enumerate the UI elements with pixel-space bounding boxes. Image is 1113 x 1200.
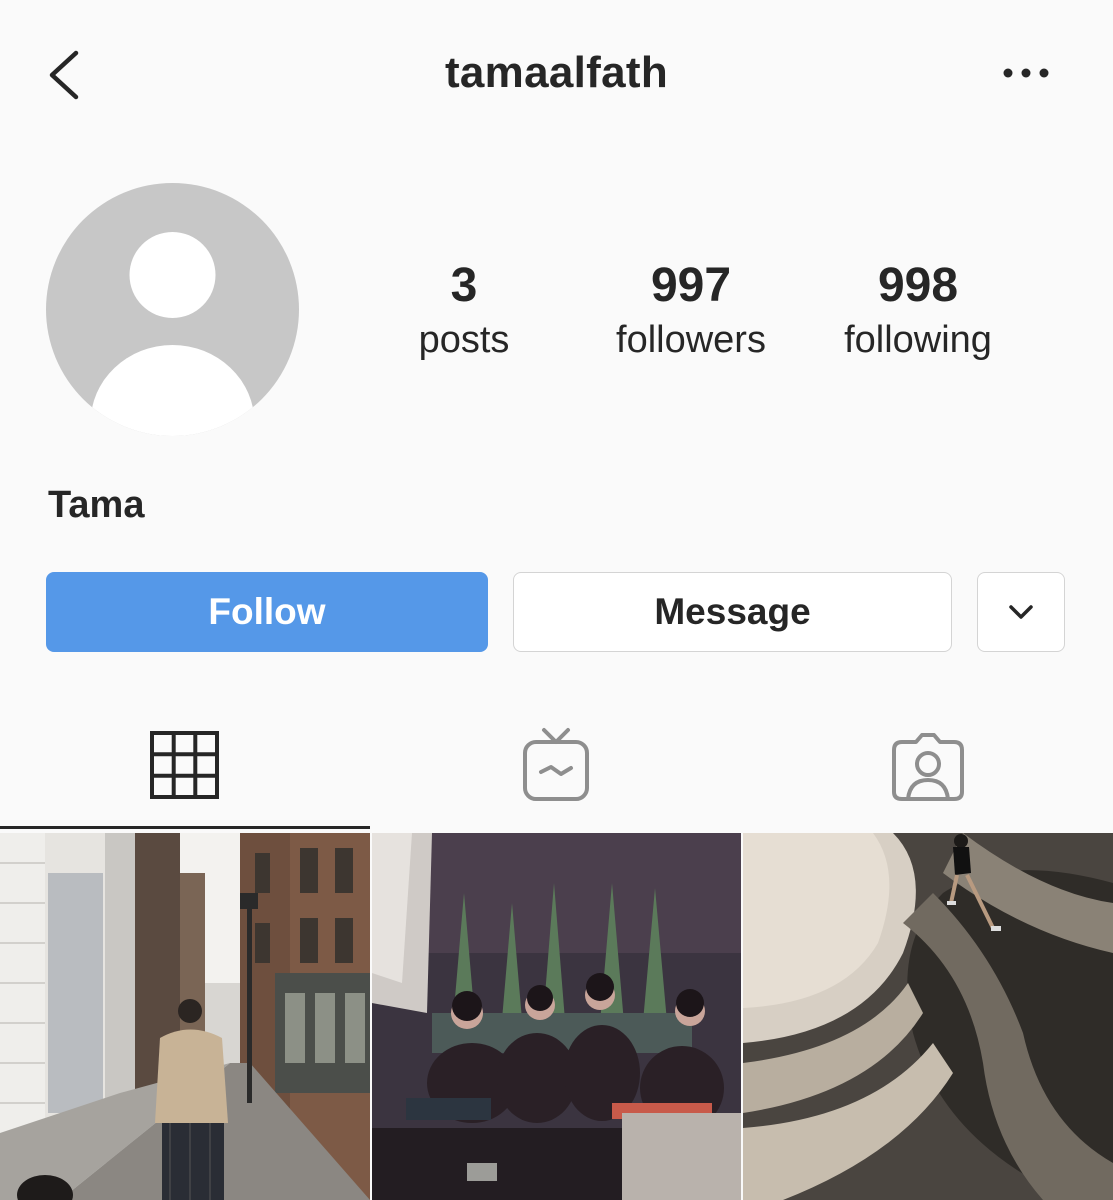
posts-stat[interactable]: 3 posts [364, 255, 564, 363]
profile-stats: 3 posts 997 followers 998 following [0, 255, 1113, 375]
top-navigation-bar: tamaalfath [0, 0, 1113, 150]
chevron-down-icon [1009, 605, 1033, 619]
following-stat[interactable]: 998 following [818, 255, 1018, 363]
followers-stat[interactable]: 997 followers [591, 255, 791, 363]
following-label: following [844, 319, 992, 361]
posts-grid [0, 833, 1113, 1200]
tab-igtv[interactable] [371, 700, 742, 830]
posts-label: posts [418, 319, 510, 361]
photo-runner-ramp [743, 833, 1113, 1200]
profile-page: tamaalfath 3 posts 997 followers 998 fol… [0, 0, 1113, 1200]
message-button[interactable]: Message [513, 572, 952, 652]
follow-button[interactable]: Follow [46, 572, 488, 652]
followers-label: followers [616, 319, 766, 361]
following-count: 998 [877, 259, 959, 312]
igtv-icon [523, 728, 589, 801]
more-options-button[interactable] [998, 58, 1058, 88]
active-tab-indicator [0, 826, 370, 829]
photo-street-man [0, 833, 370, 1200]
more-horizontal-icon [1003, 68, 1049, 78]
tab-posts-grid[interactable] [0, 700, 371, 830]
post-thumbnail-1[interactable] [0, 833, 370, 1200]
post-thumbnail-2[interactable] [372, 833, 741, 1200]
profile-full-name: Tama [48, 484, 145, 526]
followers-count: 997 [650, 259, 732, 312]
posts-count: 3 [450, 259, 478, 312]
suggested-accounts-button[interactable] [977, 572, 1065, 652]
photo-group-night [372, 833, 741, 1200]
grid-icon [150, 731, 219, 799]
tagged-user-icon [892, 733, 964, 801]
tab-tagged[interactable] [742, 700, 1113, 830]
post-thumbnail-3[interactable] [743, 833, 1113, 1200]
profile-tabs [0, 700, 1113, 830]
profile-username: tamaalfath [444, 48, 669, 97]
